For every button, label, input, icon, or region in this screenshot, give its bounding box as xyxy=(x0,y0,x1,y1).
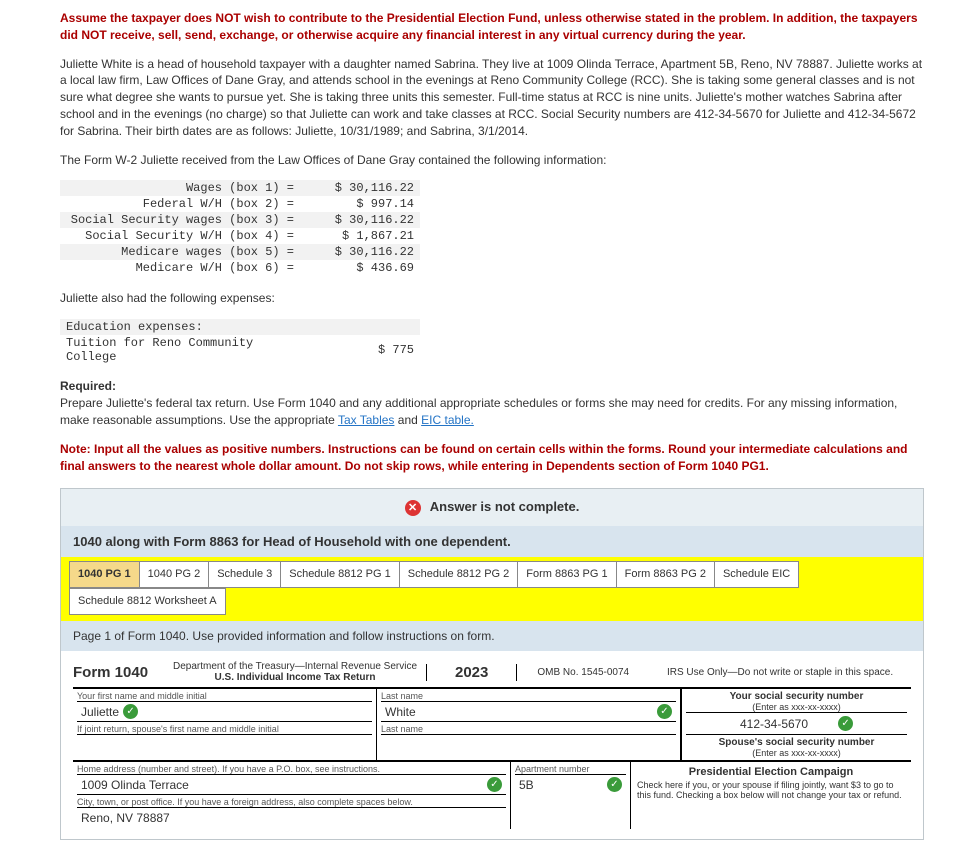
irs-use-only: IRS Use Only—Do not write or staple in t… xyxy=(649,667,911,678)
form-description: 1040 along with Form 8863 for Head of Ho… xyxy=(61,526,923,557)
dept-label: Department of the Treasury—Internal Reve… xyxy=(164,661,426,683)
last-name-value[interactable]: White xyxy=(385,705,416,719)
exp-intro: Juliette also had the following expenses… xyxy=(60,290,924,307)
w2-table: Wages (box 1) =$ 30,116.22 Federal W/H (… xyxy=(60,180,420,276)
apt-label: Apartment number xyxy=(515,764,626,774)
spouse-last-label: Last name xyxy=(381,721,676,734)
city-label: City, town, or post office. If you have … xyxy=(77,794,506,807)
error-icon: ✕ xyxy=(405,500,421,516)
pres-campaign-title: Presidential Election Campaign xyxy=(637,766,905,778)
tab-1040-pg1[interactable]: 1040 PG 1 xyxy=(69,561,140,588)
spouse-last-value[interactable] xyxy=(381,734,676,754)
tab-8863-pg1[interactable]: Form 8863 PG 1 xyxy=(517,561,616,588)
note-text: Note: Input all the values as positive n… xyxy=(60,441,924,475)
check-icon: ✓ xyxy=(838,716,853,731)
eic-table-link[interactable]: EIC table. xyxy=(421,413,474,427)
form-title: Form 1040 xyxy=(73,664,148,681)
tabs-highlight: 1040 PG 1 1040 PG 2 Schedule 3 Schedule … xyxy=(61,557,923,621)
check-icon: ✓ xyxy=(123,704,138,719)
ssn-value[interactable]: 412-34-5670 xyxy=(740,717,808,731)
intro-warning: Assume the taxpayer does NOT wish to con… xyxy=(60,10,924,44)
expenses-table: Education expenses: Tuition for Reno Com… xyxy=(60,319,420,365)
tab-8812-wsA[interactable]: Schedule 8812 Worksheet A xyxy=(69,588,226,615)
spouse-ssn-label: Spouse's social security number xyxy=(686,734,907,748)
address-label: Home address (number and street). If you… xyxy=(77,764,506,774)
tab-8812-pg2[interactable]: Schedule 8812 PG 2 xyxy=(399,561,519,588)
tab-8863-pg2[interactable]: Form 8863 PG 2 xyxy=(616,561,715,588)
ssn-label: Your social security number xyxy=(686,691,907,702)
tax-tables-link[interactable]: Tax Tables xyxy=(338,413,394,427)
ssn-format: (Enter as xxx-xx-xxxx) xyxy=(686,702,907,712)
pres-campaign-text: Check here if you, or your spouse if fil… xyxy=(637,780,902,800)
first-name-label: Your first name and middle initial xyxy=(77,691,372,701)
first-name-value[interactable]: Juliette xyxy=(81,705,119,719)
scenario-text: Juliette White is a head of household ta… xyxy=(60,56,924,140)
tab-schedule-3[interactable]: Schedule 3 xyxy=(208,561,281,588)
address-value[interactable]: 1009 Olinda Terrace xyxy=(81,778,189,792)
spouse-first-label: If joint return, spouse's first name and… xyxy=(77,721,372,734)
required-label: Required: xyxy=(60,379,924,393)
form-1040-area: Form 1040 Department of the Treasury—Int… xyxy=(61,651,923,839)
last-name-label: Last name xyxy=(381,691,676,701)
tax-year: 2023 xyxy=(426,664,517,681)
w2-intro: The Form W-2 Juliette received from the … xyxy=(60,152,924,169)
apt-value[interactable]: 5B xyxy=(519,778,534,792)
tab-8812-pg1[interactable]: Schedule 8812 PG 1 xyxy=(280,561,400,588)
tab-1040-pg2[interactable]: 1040 PG 2 xyxy=(139,561,210,588)
check-icon: ✓ xyxy=(607,777,622,792)
tab-schedule-eic[interactable]: Schedule EIC xyxy=(714,561,799,588)
city-value[interactable]: Reno, NV 78887 xyxy=(81,811,170,825)
answer-container: ✕ Answer is not complete. 1040 along wit… xyxy=(60,488,924,840)
check-icon: ✓ xyxy=(487,777,502,792)
form-tabs: 1040 PG 1 1040 PG 2 Schedule 3 Schedule … xyxy=(61,561,923,621)
answer-status-header: ✕ Answer is not complete. xyxy=(61,489,923,526)
omb-number: OMB No. 1545-0074 xyxy=(517,667,649,678)
page-instruction: Page 1 of Form 1040. Use provided inform… xyxy=(61,621,923,651)
check-icon: ✓ xyxy=(657,704,672,719)
spouse-ssn-format: (Enter as xxx-xx-xxxx) xyxy=(686,748,907,758)
required-text: Prepare Juliette's federal tax return. U… xyxy=(60,395,924,429)
spouse-first-value[interactable] xyxy=(77,734,372,754)
